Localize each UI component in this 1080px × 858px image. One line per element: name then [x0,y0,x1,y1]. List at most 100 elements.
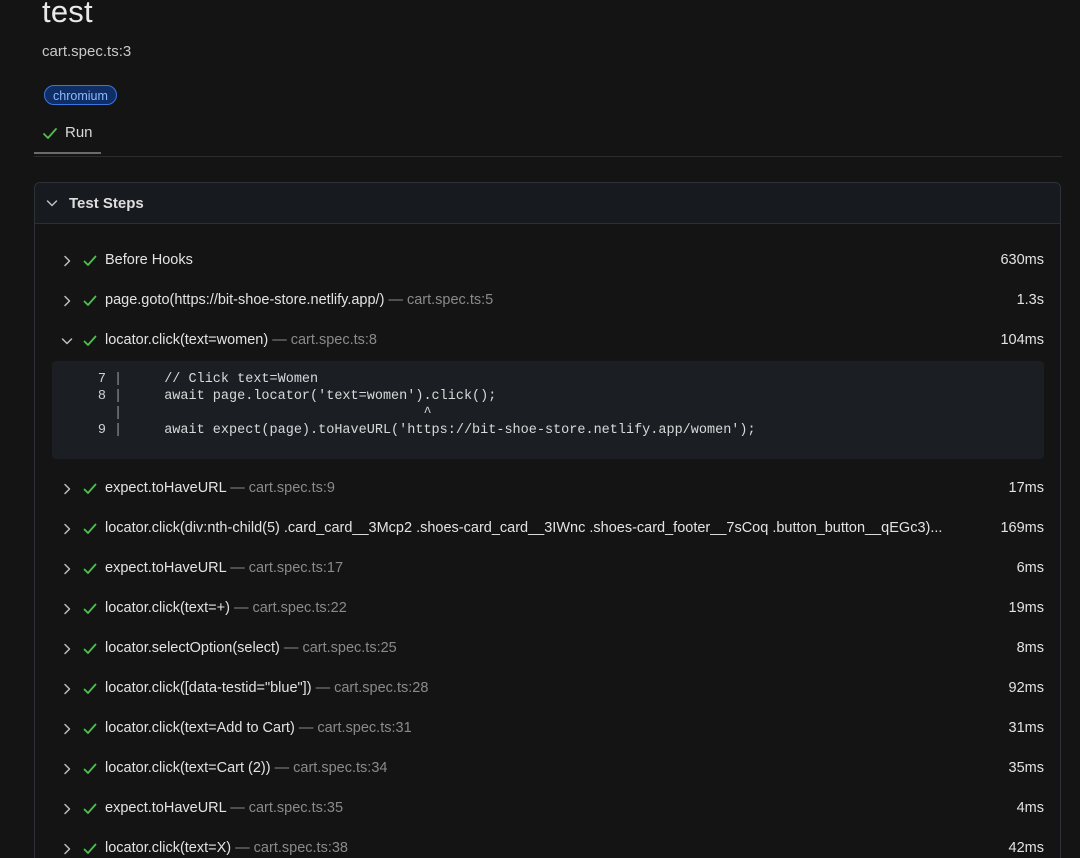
tab-run-label: Run [65,124,93,141]
step-row[interactable]: locator.click(div:nth-child(5) .card_car… [35,509,1060,549]
chevron-right-icon[interactable] [61,483,71,495]
step-location[interactable]: — cart.spec.ts:17 [230,560,343,576]
step-duration: 42ms [1008,840,1044,856]
gutter-bar: | [114,372,123,387]
step-action: locator.selectOption(select) [105,640,280,656]
step-duration: 35ms [1008,760,1044,776]
step-action: locator.click(div:nth-child(5) .card_car… [105,520,943,536]
step-duration: 92ms [1008,680,1044,696]
step-title: locator.click(text=+) — cart.spec.ts:22 [105,600,347,616]
step-action: locator.click(text=Add to Cart) [105,720,295,736]
chevron-right-icon[interactable] [61,295,71,307]
step-duration: 6ms [1016,560,1044,576]
check-icon [83,334,97,348]
step-row[interactable]: page.goto(https://bit-shoe-store.netlify… [35,281,1060,321]
test-steps-header[interactable]: Test Steps [35,183,1060,224]
step-row[interactable]: locator.click(text=women) — cart.spec.ts… [35,321,1060,361]
page-title: test [42,0,93,29]
step-location[interactable]: — cart.spec.ts:22 [234,600,347,616]
step-action: Before Hooks [105,252,193,268]
step-location[interactable]: — cart.spec.ts:25 [284,640,397,656]
test-location: cart.spec.ts:3 [42,43,132,60]
gutter-bar: | [114,406,123,421]
step-location[interactable]: — cart.spec.ts:34 [275,760,388,776]
step-row[interactable]: locator.click(text=Cart (2)) — cart.spec… [35,749,1060,789]
step-location[interactable]: — cart.spec.ts:8 [272,332,377,348]
step-duration: 104ms [1000,332,1044,348]
step-row[interactable]: locator.selectOption(select) — cart.spec… [35,629,1060,669]
chevron-down-icon [45,196,59,210]
check-icon [83,642,97,656]
chevron-right-icon[interactable] [61,563,71,575]
step-action: locator.click(text=X) [105,840,232,856]
step-title: page.goto(https://bit-shoe-store.netlify… [105,292,493,308]
step-title: expect.toHaveURL — cart.spec.ts:35 [105,800,343,816]
step-row[interactable]: Before Hooks 630ms [35,241,1060,281]
line-number: 7 [97,372,106,387]
step-row[interactable]: expect.toHaveURL — cart.spec.ts:35 4ms [35,789,1060,829]
step-action: locator.click([data-testid="blue"]) [105,680,312,696]
step-duration: 31ms [1008,720,1044,736]
chevron-down-icon[interactable] [61,335,73,347]
step-duration: 19ms [1008,600,1044,616]
chevron-right-icon[interactable] [61,523,71,535]
chevron-right-icon[interactable] [61,683,71,695]
step-row[interactable]: locator.click(text=X) — cart.spec.ts:38 4… [35,829,1060,858]
check-icon [43,124,57,142]
chevron-right-icon[interactable] [61,603,71,615]
tab-divider [34,156,1062,157]
chevron-right-icon[interactable] [61,763,71,775]
check-icon [83,522,97,536]
step-action: page.goto(https://bit-shoe-store.netlify… [105,292,385,308]
source-code: // Click text=Women [148,372,319,387]
step-location[interactable]: — cart.spec.ts:38 [235,840,348,856]
check-icon [83,842,97,856]
step-row[interactable]: locator.click([data-testid="blue"]) — ca… [35,669,1060,709]
check-icon [83,682,97,696]
step-location[interactable]: — cart.spec.ts:9 [230,480,335,496]
step-row[interactable]: locator.click(text=Add to Cart) — cart.s… [35,709,1060,749]
check-icon [83,722,97,736]
step-action: locator.click(text=Cart (2)) [105,760,271,776]
step-location[interactable]: — cart.spec.ts:35 [230,800,343,816]
code-spacer [35,459,1060,469]
source-code: ^ [148,406,432,421]
step-duration: 8ms [1016,640,1044,656]
line-number: 9 [97,423,106,438]
step-action: expect.toHaveURL [105,480,227,496]
step-location[interactable]: — cart.spec.ts:5 [388,292,493,308]
check-icon [83,294,97,308]
step-title: locator.click(text=Add to Cart) — cart.s… [105,720,412,736]
project-badge[interactable]: chromium [44,85,117,105]
step-action: expect.toHaveURL [105,800,227,816]
step-title: expect.toHaveURL — cart.spec.ts:9 [105,480,335,496]
test-steps-title: Test Steps [69,194,144,212]
test-steps-panel: Test Steps Before Hooks 630ms page.goto(ht… [34,182,1061,858]
step-title: expect.toHaveURL — cart.spec.ts:17 [105,560,343,576]
gutter-bar: | [114,423,123,438]
code-snippet: 7 | // Click text=Women 8 | await page.loca… [52,361,1044,459]
chevron-right-icon[interactable] [61,643,71,655]
step-row[interactable]: expect.toHaveURL — cart.spec.ts:17 6ms [35,549,1060,589]
chevron-right-icon[interactable] [61,843,71,855]
step-duration: 630ms [1000,252,1044,268]
source-code: await page.locator('text=women').click()… [148,389,497,404]
check-icon [83,254,97,268]
chevron-right-icon[interactable] [61,723,71,735]
chevron-right-icon[interactable] [61,255,71,267]
check-icon [83,762,97,776]
chevron-right-icon[interactable] [61,803,71,815]
source-code: await expect(page).toHaveURL('https://bi… [148,423,756,438]
step-title: locator.click([data-testid="blue"]) — ca… [105,680,428,696]
step-title: locator.click(text=women) — cart.spec.ts… [105,332,377,348]
step-title: Before Hooks [105,252,193,268]
check-icon [83,602,97,616]
check-icon [83,802,97,816]
step-row[interactable]: expect.toHaveURL — cart.spec.ts:9 17ms [35,469,1060,509]
step-list: Before Hooks 630ms page.goto(https://bit-s… [35,241,1060,858]
step-row[interactable]: locator.click(text=+) — cart.spec.ts:22 1… [35,589,1060,629]
step-action: locator.click(text=women) [105,332,269,348]
step-location[interactable]: — cart.spec.ts:28 [316,680,429,696]
step-location[interactable]: — cart.spec.ts:31 [299,720,412,736]
tab-run[interactable]: Run [34,116,101,154]
